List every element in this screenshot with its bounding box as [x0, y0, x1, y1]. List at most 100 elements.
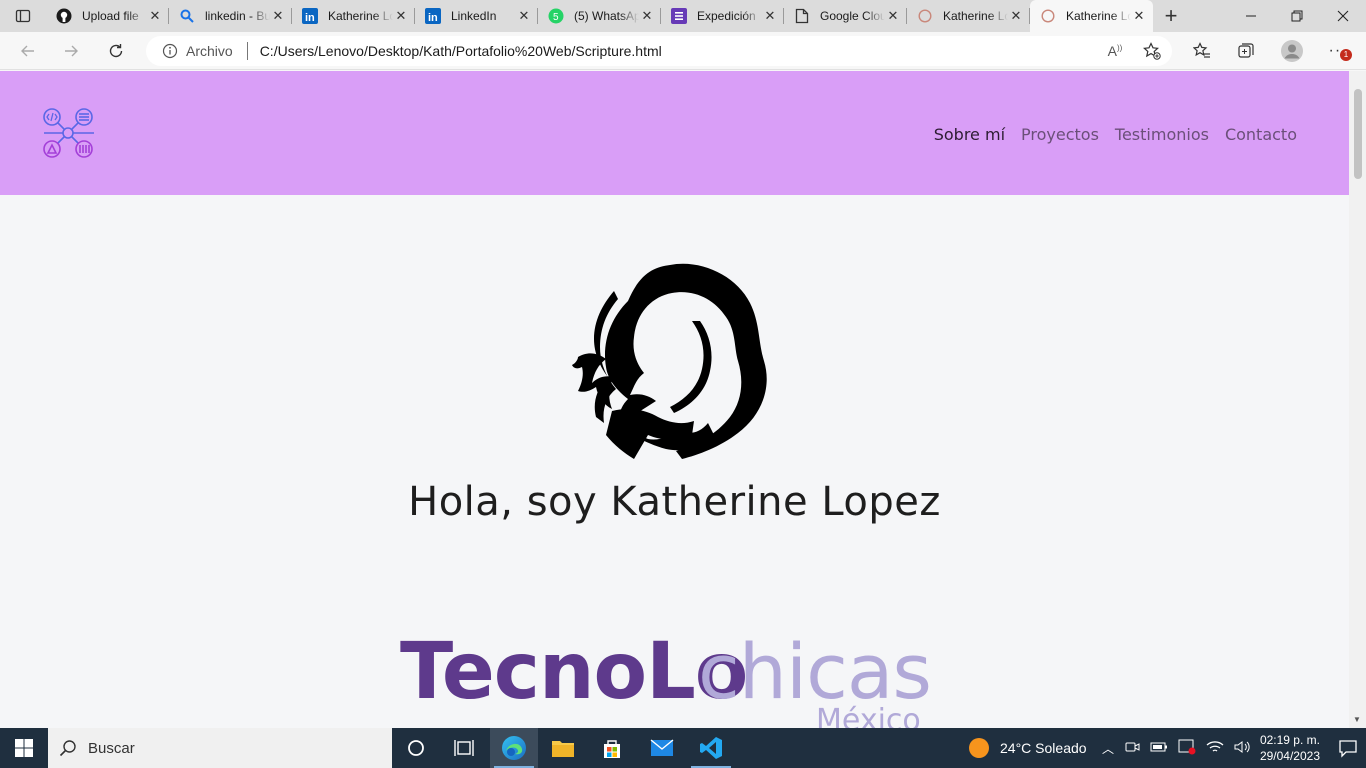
weather-widget[interactable]: 24°C Soleado — [968, 728, 1087, 768]
nav-link-testimonios[interactable]: Testimonios — [1115, 125, 1209, 144]
tab[interactable]: Upload file ✕ — [46, 0, 169, 32]
tab[interactable]: linkedin - Buscar ✕ — [169, 0, 292, 32]
close-window-button[interactable] — [1320, 0, 1366, 32]
new-tab-button[interactable]: + — [1153, 0, 1189, 32]
cortana-button[interactable] — [392, 728, 440, 768]
tab[interactable]: Expedición ✕ — [661, 0, 784, 32]
windows-logo-icon — [15, 739, 33, 757]
search-icon — [179, 8, 195, 24]
tab-label: Katherine Lopez — [1066, 9, 1131, 23]
task-view-icon — [454, 740, 474, 756]
minimize-icon — [1246, 15, 1256, 17]
notification-center-icon[interactable] — [1338, 738, 1358, 758]
battery-plug-icon[interactable] — [1150, 740, 1168, 757]
tab-label: Upload file — [82, 9, 139, 23]
nav-link-contacto[interactable]: Contacto — [1225, 125, 1297, 144]
edge-icon — [502, 736, 526, 760]
tab[interactable]: in LinkedIn ✕ — [415, 0, 538, 32]
scroll-down-icon[interactable]: ▼ — [1353, 715, 1361, 724]
close-icon[interactable]: ✕ — [762, 8, 778, 24]
code-network-logo-icon[interactable] — [42, 107, 96, 159]
volume-icon[interactable] — [1234, 740, 1252, 757]
tab-actions-button[interactable] — [0, 0, 46, 32]
logo-text-tecno-part: Tecno — [400, 627, 647, 717]
nav-link-proyectos[interactable]: Proyectos — [1021, 125, 1099, 144]
file-explorer-button[interactable] — [539, 728, 587, 768]
close-icon — [1337, 10, 1349, 22]
close-icon[interactable]: ✕ — [393, 8, 409, 24]
start-button[interactable] — [0, 728, 48, 768]
woman-silhouette-icon — [572, 263, 767, 459]
mail-button[interactable] — [638, 728, 686, 768]
linkedin-icon: in — [425, 8, 441, 24]
taskbar-search[interactable]: Buscar — [48, 728, 392, 768]
star-add-icon — [1143, 42, 1161, 60]
tab-label: Google Cloud — [820, 9, 885, 23]
close-icon[interactable]: ✕ — [270, 8, 286, 24]
add-favorite-button[interactable] — [1138, 37, 1166, 65]
clock-time: 02:19 p. m. — [1259, 733, 1320, 747]
system-tray: ︿ — [1102, 728, 1252, 768]
security-alert-icon[interactable] — [1178, 739, 1196, 758]
meet-now-icon[interactable] — [1124, 740, 1140, 757]
wifi-icon[interactable] — [1206, 740, 1224, 757]
close-icon[interactable]: ✕ — [1131, 8, 1147, 24]
store-button[interactable] — [588, 728, 636, 768]
logo-text-mexico: México — [816, 703, 921, 728]
favorites-button[interactable] — [1188, 37, 1216, 65]
collections-button[interactable] — [1232, 37, 1260, 65]
minimize-button[interactable] — [1228, 0, 1274, 32]
avatar-icon — [1281, 40, 1303, 62]
address-bar[interactable]: Archivo C:/Users/Lenovo/Desktop/Kath/Por… — [146, 36, 1172, 66]
tab-actions-icon — [15, 9, 31, 23]
close-icon[interactable]: ✕ — [639, 8, 655, 24]
tab[interactable]: in Katherine Lopez ✕ — [292, 0, 415, 32]
refresh-icon — [109, 44, 123, 58]
read-aloud-button[interactable]: A)) — [1101, 37, 1129, 65]
circle-icon — [1040, 8, 1056, 24]
plus-icon: + — [1164, 3, 1178, 28]
collections-icon — [1238, 43, 1254, 58]
info-icon[interactable] — [162, 43, 178, 59]
browser-toolbar: Archivo C:/Users/Lenovo/Desktop/Kath/Por… — [0, 32, 1366, 70]
forward-button[interactable] — [57, 37, 85, 65]
tab-label: Katherine Lopez — [943, 9, 1008, 23]
edge-taskbar-button[interactable] — [490, 728, 538, 768]
url-text[interactable]: C:/Users/Lenovo/Desktop/Kath/Portafolio%… — [260, 43, 662, 59]
close-icon[interactable]: ✕ — [147, 8, 163, 24]
chevron-up-icon[interactable]: ︿ — [1102, 740, 1114, 757]
tab[interactable]: 5 (5) WhatsApp ✕ — [538, 0, 661, 32]
refresh-button[interactable] — [102, 37, 130, 65]
tab-label: Expedición — [697, 9, 756, 23]
tab[interactable]: Katherine Lopez ✕ — [907, 0, 1030, 32]
page-scrollbar[interactable]: ▼ — [1349, 71, 1366, 728]
vscode-button[interactable] — [687, 728, 735, 768]
back-arrow-icon — [21, 45, 34, 57]
tab-strip: Upload file ✕ linkedin - Buscar ✕ in Kat… — [0, 0, 1366, 32]
tab-label: Katherine Lopez — [328, 9, 393, 23]
task-view-button[interactable] — [440, 728, 488, 768]
tecnochicas-logo: TecnoLo chicas México — [400, 627, 960, 728]
sun-icon — [969, 738, 989, 758]
restore-button[interactable] — [1274, 0, 1320, 32]
restore-icon — [1291, 10, 1303, 22]
profile-button[interactable] — [1278, 37, 1306, 65]
vscode-icon — [700, 737, 722, 759]
scrollbar-thumb[interactable] — [1354, 89, 1362, 179]
tab[interactable]: Google Cloud ✕ — [784, 0, 907, 32]
logo-text-tecno: TecnoLo — [400, 627, 748, 717]
github-icon — [56, 8, 72, 24]
close-icon[interactable]: ✕ — [885, 8, 901, 24]
svg-text:in: in — [305, 12, 315, 24]
back-button[interactable] — [14, 37, 42, 65]
tab-active[interactable]: Katherine Lopez ✕ — [1030, 0, 1153, 32]
linkedin-icon: in — [302, 8, 318, 24]
close-icon[interactable]: ✕ — [1008, 8, 1024, 24]
nav-link-sobre-mi[interactable]: Sobre mí — [934, 125, 1005, 144]
search-icon — [48, 739, 88, 757]
site-header: Sobre mí Proyectos Testimonios Contacto — [0, 71, 1349, 195]
settings-menu-button[interactable]: ··· 1 — [1324, 37, 1352, 65]
page-icon — [794, 8, 810, 24]
clock[interactable]: 02:19 p. m. 29/04/2023 — [1260, 732, 1320, 764]
close-icon[interactable]: ✕ — [516, 8, 532, 24]
